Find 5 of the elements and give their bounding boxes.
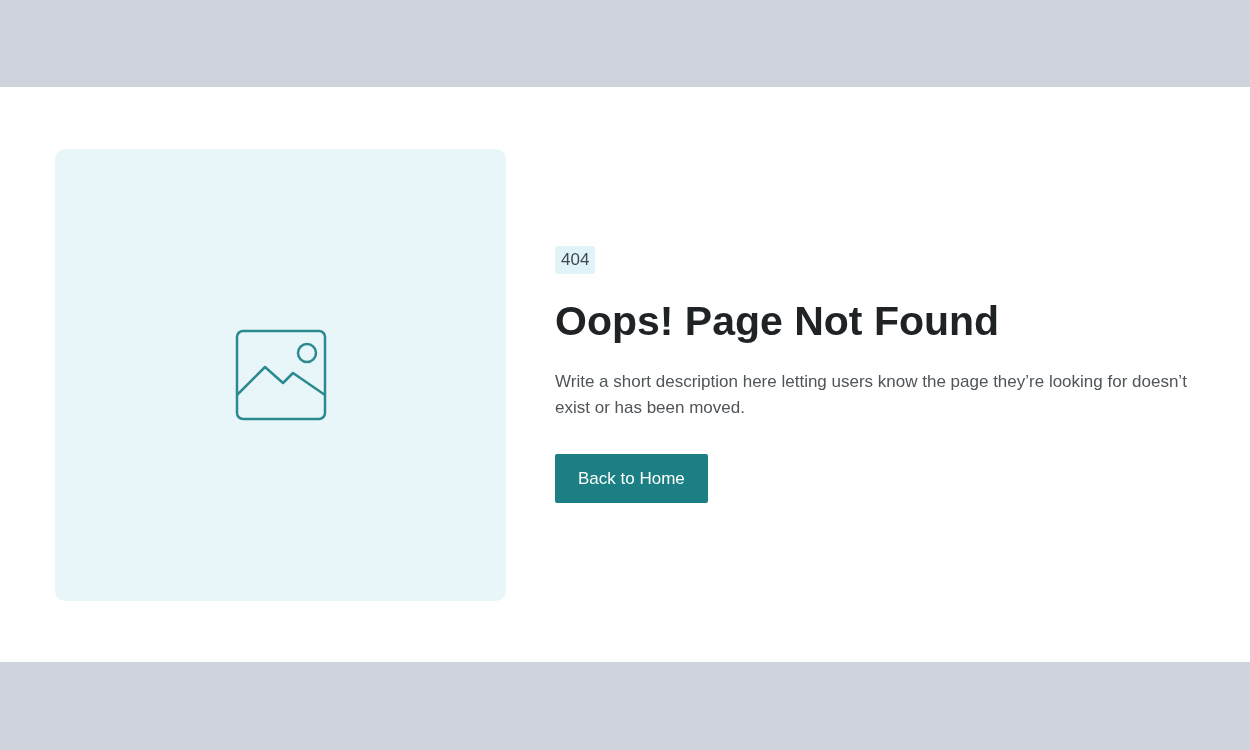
image-icon (234, 328, 327, 421)
description-text: Write a short description here letting users know the page they’re looking for doesn’t exist or has been moved. (555, 370, 1188, 419)
error-code-badge: 404 (555, 246, 596, 274)
page-heading: Oops! Page Not Found (555, 296, 1000, 346)
back-to-home-button[interactable]: Back to Home (555, 453, 708, 503)
